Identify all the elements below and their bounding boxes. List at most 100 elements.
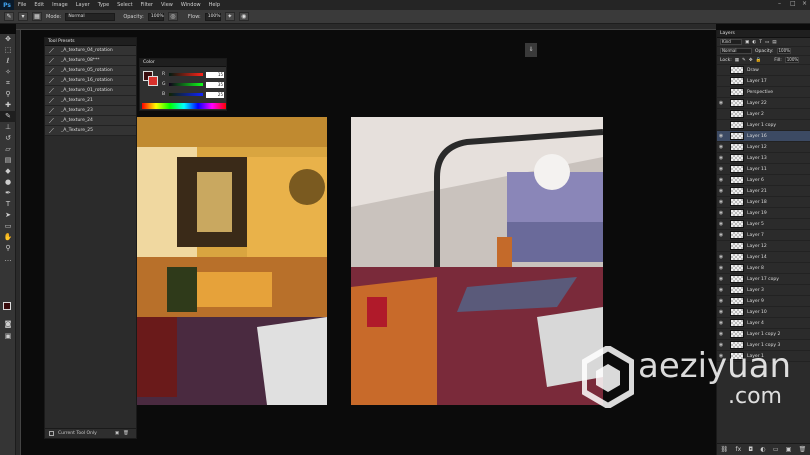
- layer-row[interactable]: ◉ Layer 14: [717, 252, 810, 263]
- preset-item[interactable]: ⟋ _A_texture_01_rotation: [45, 86, 136, 96]
- visibility-eye-icon[interactable]: ◉: [717, 320, 725, 326]
- visibility-eye-icon[interactable]: ◉: [717, 276, 725, 282]
- visibility-eye-icon[interactable]: ◉: [717, 221, 725, 227]
- layer-row[interactable]: ◉ Layer 10: [717, 307, 810, 318]
- crop-tool-icon[interactable]: ⌗: [0, 78, 16, 89]
- brush-panel-toggle-icon[interactable]: ▦: [32, 12, 42, 21]
- opacity-input[interactable]: 100%: [147, 12, 164, 21]
- layer-row[interactable]: ◉ Layer 17 copy: [717, 274, 810, 285]
- preset-item[interactable]: ⟋ _A_texture_05_rotation: [45, 66, 136, 76]
- preset-item[interactable]: ⟋ _A_texture_21: [45, 96, 136, 106]
- blend-mode-select[interactable]: Normal: [720, 48, 752, 54]
- link-layers-icon[interactable]: ⛓: [721, 446, 729, 453]
- layer-name[interactable]: Layer 13: [747, 156, 767, 161]
- pressure-opacity-icon[interactable]: ◎: [167, 12, 178, 21]
- layer-row[interactable]: ◉ Layer 1 copy 2: [717, 329, 810, 340]
- color-tab[interactable]: Color: [140, 59, 226, 67]
- visibility-eye-icon[interactable]: ◉: [717, 199, 725, 205]
- layer-name[interactable]: Layer 1 copy 2: [747, 332, 780, 337]
- brush-tool-icon[interactable]: ✎: [4, 12, 14, 21]
- visibility-eye-icon[interactable]: ◉: [717, 144, 725, 150]
- move-tool-icon[interactable]: ✥: [0, 34, 16, 45]
- color-bg-swatch[interactable]: [148, 76, 158, 86]
- layers-tab[interactable]: Layers: [717, 30, 810, 38]
- eraser-tool-icon[interactable]: ▱: [0, 144, 16, 155]
- shape-tool-icon[interactable]: ▭: [0, 221, 16, 232]
- preset-item[interactable]: ⟋ _A_texture_04_rotation: [45, 46, 136, 56]
- layer-name[interactable]: Layer 1 copy: [747, 123, 776, 128]
- lock-all-icon[interactable]: 🔒: [756, 58, 762, 63]
- visibility-eye-icon[interactable]: ◉: [717, 155, 725, 161]
- airbrush-icon[interactable]: ✦: [224, 12, 235, 21]
- menu-help[interactable]: Help: [205, 2, 224, 8]
- foreground-color-swatch[interactable]: [3, 302, 11, 310]
- layer-opacity-input[interactable]: 100%: [776, 48, 791, 54]
- menu-image[interactable]: Image: [48, 2, 72, 8]
- flow-input[interactable]: 100%: [204, 12, 221, 21]
- clone-stamp-tool-icon[interactable]: ⊥: [0, 122, 16, 133]
- layer-row[interactable]: ◉ Layer 18: [717, 197, 810, 208]
- visibility-eye-icon[interactable]: ◉: [717, 331, 725, 337]
- layer-name[interactable]: Layer 19: [747, 211, 767, 216]
- blue-slider-row[interactable]: B 25: [162, 91, 224, 98]
- layer-name[interactable]: Layer 12: [747, 145, 767, 150]
- new-layer-icon[interactable]: ▣: [786, 446, 792, 453]
- layer-row[interactable]: Draw: [717, 65, 810, 76]
- layer-row[interactable]: ◉ Layer 22: [717, 98, 810, 109]
- visibility-eye-icon[interactable]: ◉: [717, 100, 725, 106]
- eyedropper-tool-icon[interactable]: ⚲: [0, 89, 16, 100]
- path-select-tool-icon[interactable]: ➤: [0, 210, 16, 221]
- layer-name[interactable]: Layer 17: [747, 79, 767, 84]
- layer-name[interactable]: Layer 10: [747, 310, 767, 315]
- new-preset-icon[interactable]: ▣: [115, 431, 119, 436]
- red-slider-row[interactable]: R 15: [162, 71, 224, 78]
- visibility-eye-icon[interactable]: ◉: [717, 254, 725, 260]
- menu-layer[interactable]: Layer: [72, 2, 94, 8]
- mode-select[interactable]: Normal: [65, 12, 116, 21]
- layer-row[interactable]: Perspective: [717, 87, 810, 98]
- layer-name[interactable]: Layer 8: [747, 266, 764, 271]
- layer-name[interactable]: Layer 18: [747, 200, 767, 205]
- preset-item[interactable]: ⟋ _A_Texture_25: [45, 126, 136, 136]
- lasso-tool-icon[interactable]: ℓ: [0, 56, 16, 67]
- filter-shape-icon[interactable]: ▭: [765, 40, 769, 45]
- menu-type[interactable]: Type: [94, 2, 113, 8]
- gradient-tool-icon[interactable]: ▤: [0, 155, 16, 166]
- layer-name[interactable]: Layer 12: [747, 244, 767, 249]
- green-value[interactable]: 35: [206, 81, 224, 88]
- menu-file[interactable]: File: [14, 2, 30, 8]
- history-brush-tool-icon[interactable]: ↺: [0, 133, 16, 144]
- dodge-tool-icon[interactable]: ●: [0, 177, 16, 188]
- visibility-eye-icon[interactable]: ◉: [717, 188, 725, 194]
- layer-row[interactable]: ◉ Layer 12: [717, 142, 810, 153]
- green-slider[interactable]: [169, 83, 203, 86]
- brush-tool-icon[interactable]: ✎: [0, 111, 16, 122]
- fill-input[interactable]: 100%: [784, 57, 799, 63]
- screen-mode-icon[interactable]: ▣: [0, 331, 16, 342]
- visibility-eye-icon[interactable]: ◉: [717, 298, 725, 304]
- layer-name[interactable]: Layer 21: [747, 189, 767, 194]
- quick-mask-icon[interactable]: ◙: [0, 319, 16, 330]
- kind-filter-select[interactable]: Kind: [720, 39, 742, 45]
- marquee-tool-icon[interactable]: ⬚: [0, 45, 16, 56]
- layer-name[interactable]: Layer 16: [747, 134, 767, 139]
- filter-smart-icon[interactable]: ▤: [772, 40, 776, 45]
- close-icon[interactable]: ×: [802, 1, 808, 7]
- layer-row[interactable]: ◉ Layer 19: [717, 208, 810, 219]
- layer-name[interactable]: Layer 4: [747, 321, 764, 326]
- preset-item[interactable]: ⟋ _A_texture_24: [45, 116, 136, 126]
- color-spectrum-bar[interactable]: [142, 103, 226, 109]
- preset-item[interactable]: ⟋ _A_texture_23: [45, 106, 136, 116]
- layer-row[interactable]: ◉ Layer 7: [717, 230, 810, 241]
- filter-adjust-icon[interactable]: ◐: [752, 40, 756, 45]
- layer-name[interactable]: Layer 7: [747, 233, 764, 238]
- type-tool-icon[interactable]: T: [0, 199, 16, 210]
- blue-value[interactable]: 25: [206, 91, 224, 98]
- blue-slider[interactable]: [169, 93, 203, 96]
- brush-size-picker[interactable]: ▾: [18, 12, 28, 21]
- delete-preset-icon[interactable]: 🗑: [123, 431, 129, 436]
- layer-name[interactable]: Layer 11: [747, 167, 767, 172]
- layer-name[interactable]: Draw: [747, 68, 759, 73]
- current-tool-only-checkbox[interactable]: [49, 431, 54, 436]
- layer-name[interactable]: Layer 17 copy: [747, 277, 779, 282]
